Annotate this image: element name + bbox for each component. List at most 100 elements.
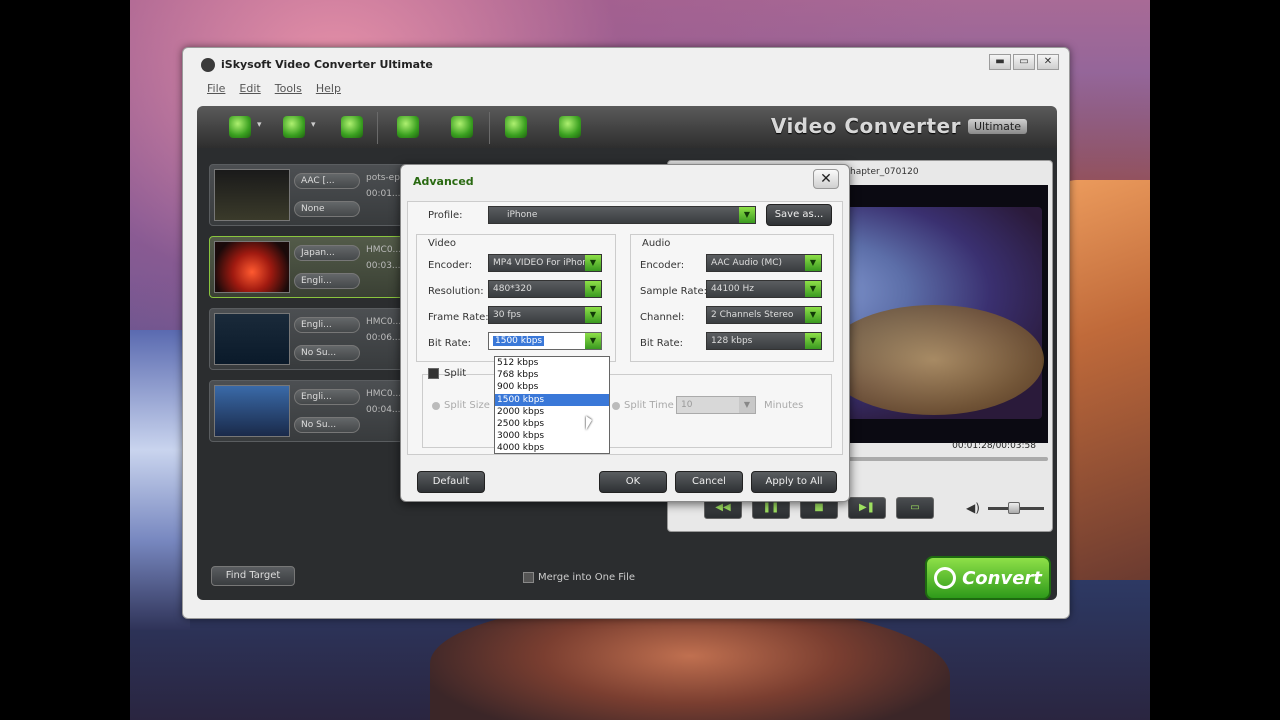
resolution-select[interactable]: 480*320 ▼ (488, 280, 602, 298)
sample-rate-label: Sample Rate: (640, 286, 707, 297)
audio-encoder-select[interactable]: AAC Audio (MC) ▼ (706, 254, 822, 272)
mouse-cursor-icon (586, 416, 592, 430)
dialog-title: Advanced (413, 175, 474, 188)
timecode: 00:01:28/00:03:58 (952, 441, 1036, 451)
audio-track-dropdown[interactable]: Engli... (294, 389, 360, 405)
video-encoder-select[interactable]: MP4 VIDEO For iPhone ▼ (488, 254, 602, 272)
split-time-label: Split Time (624, 400, 674, 411)
channel-select[interactable]: 2 Channels Stereo ▼ (706, 306, 822, 324)
chevron-down-icon: ▼ (805, 333, 821, 349)
audio-track-dropdown[interactable]: Japan... (294, 245, 360, 261)
split-size-radio[interactable] (432, 402, 440, 410)
frame-rate-select[interactable]: 30 fps ▼ (488, 306, 602, 324)
merge-into-one-file[interactable]: Merge into One File (523, 572, 635, 583)
convert-button[interactable]: Convert (925, 556, 1051, 600)
split-label: Split (444, 368, 467, 379)
chevron-down-icon: ▼ (585, 281, 601, 297)
file-duration: 00:06... (366, 333, 401, 343)
file-name: HMC0... (366, 245, 402, 255)
next-frame-button[interactable]: ▶❚ (848, 497, 886, 519)
audio-track-dropdown[interactable]: AAC [... (294, 173, 360, 189)
cancel-button[interactable]: Cancel (675, 471, 743, 493)
menu-tools[interactable]: Tools (275, 82, 302, 95)
frame-rate-label: Frame Rate: (428, 312, 489, 323)
apply-to-all-button[interactable]: Apply to All (751, 471, 837, 493)
dialog-body: Profile: iPhone ▼ Save as... Video Encod… (407, 201, 843, 455)
audio-heading: Audio (642, 238, 671, 249)
save-as-button[interactable]: Save as... (766, 204, 832, 226)
video-bitrate-select[interactable]: 1500 kbps ▼ (488, 332, 602, 350)
audio-encoder-value: AAC Audio (MC) (711, 258, 783, 268)
merge-checkbox[interactable] (523, 572, 534, 583)
chevron-down-icon: ▼ (805, 281, 821, 297)
video-frame-detail (824, 305, 1044, 415)
minimize-button[interactable]: ▬ (989, 54, 1011, 70)
split-time-value: 10 (681, 400, 693, 410)
profile-select[interactable]: iPhone ▼ (488, 206, 756, 224)
find-target-button[interactable]: Find Target (211, 566, 295, 586)
audio-bitrate-select[interactable]: 128 kbps ▼ (706, 332, 822, 350)
advanced-dialog: Advanced ✕ Profile: iPhone ▼ Save as... … (400, 164, 850, 502)
chevron-down-icon: ▼ (739, 207, 755, 223)
menu-help[interactable]: Help (316, 82, 341, 95)
toolbar-separator (489, 112, 490, 144)
sample-rate-select[interactable]: 44100 Hz ▼ (706, 280, 822, 298)
split-time-select[interactable]: 10 ▼ (676, 396, 756, 414)
add-video-dropdown-icon[interactable]: ▾ (257, 120, 262, 130)
rotate-icon[interactable] (559, 116, 581, 138)
file-name: HMC0... (366, 389, 402, 399)
chevron-down-icon: ▼ (805, 255, 821, 271)
cut-icon[interactable] (397, 116, 419, 138)
volume-icon[interactable]: ◀) (966, 501, 980, 515)
ok-button[interactable]: OK (599, 471, 667, 493)
video-bitrate-label: Bit Rate: (428, 338, 472, 349)
dialog-close-button[interactable]: ✕ (813, 169, 839, 189)
bitrate-option[interactable]: 512 kbps (495, 357, 609, 369)
default-button[interactable]: Default (417, 471, 485, 493)
add-dvd-icon[interactable] (283, 116, 305, 138)
sample-rate-value: 44100 Hz (711, 284, 754, 294)
screen: iSkysoft Video Converter Ultimate ▬ ▭ ✕ … (0, 0, 1280, 720)
bitrate-option[interactable]: 900 kbps (495, 381, 609, 393)
subtitle-dropdown[interactable]: No Su... (294, 345, 360, 361)
audio-track-dropdown[interactable]: Engli... (294, 317, 360, 333)
subtitle-dropdown[interactable]: No Su... (294, 417, 360, 433)
preview-title: hapter_070120 (850, 167, 919, 177)
split-time-radio[interactable] (612, 402, 620, 410)
wallpaper-sea (130, 330, 190, 630)
video-thumbnail (214, 169, 290, 221)
close-window-button[interactable]: ✕ (1037, 54, 1059, 70)
snapshot-button[interactable]: ▭ (896, 497, 934, 519)
menu-file[interactable]: File (207, 82, 225, 95)
export-icon[interactable] (505, 116, 527, 138)
window-controls: ▬ ▭ ✕ (989, 54, 1059, 70)
subtitle-dropdown[interactable]: None (294, 201, 360, 217)
video-thumbnail (214, 385, 290, 437)
split-size-label: Split Size (444, 400, 490, 411)
bitrate-option[interactable]: 4000 kbps (495, 442, 609, 454)
menu-edit[interactable]: Edit (239, 82, 260, 95)
subtitle-dropdown[interactable]: Engli... (294, 273, 360, 289)
file-duration: 00:01... (366, 189, 401, 199)
merge-label: Merge into One File (538, 572, 636, 583)
edit-icon[interactable] (451, 116, 473, 138)
app-icon (201, 58, 215, 72)
bitrate-option[interactable]: 3000 kbps (495, 430, 609, 442)
title-bar[interactable]: iSkysoft Video Converter Ultimate ▬ ▭ ✕ (183, 48, 1069, 80)
volume-knob[interactable] (1008, 502, 1020, 514)
audio-encoder-label: Encoder: (640, 260, 685, 271)
chevron-down-icon: ▼ (805, 307, 821, 323)
file-duration: 00:03... (366, 261, 401, 271)
split-checkbox[interactable] (428, 368, 439, 379)
bitrate-dropdown-list: 512 kbps 768 kbps 900 kbps 1500 kbps 200… (494, 356, 610, 454)
maximize-button[interactable]: ▭ (1013, 54, 1035, 70)
video-encoder-value: MP4 VIDEO For iPhone (493, 258, 594, 268)
add-dvd-dropdown-icon[interactable]: ▾ (311, 120, 316, 130)
toolbar: ▾ ▾ Video Converter Ultimate (197, 106, 1057, 148)
resolution-label: Resolution: (428, 286, 484, 297)
bitrate-option-selected[interactable]: 1500 kbps (495, 393, 609, 406)
file-name: HMC0... (366, 317, 402, 327)
download-icon[interactable] (341, 116, 363, 138)
bitrate-option[interactable]: 768 kbps (495, 369, 609, 381)
add-video-icon[interactable] (229, 116, 251, 138)
